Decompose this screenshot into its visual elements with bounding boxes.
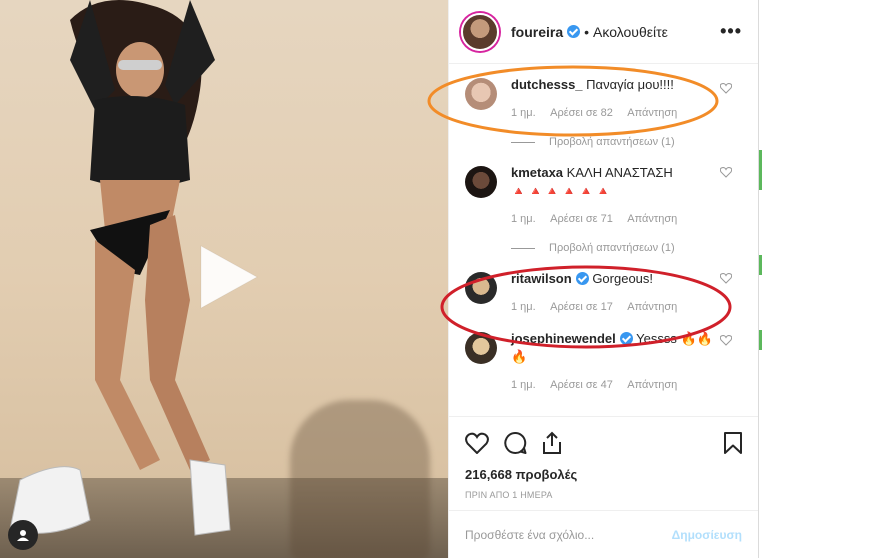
follow-button[interactable]: Ακολουθείτε	[593, 24, 668, 40]
video-media[interactable]	[0, 0, 448, 558]
play-icon[interactable]	[193, 242, 263, 312]
comment-time: 1 ημ.	[511, 379, 536, 391]
comment-time: 1 ημ.	[511, 213, 536, 225]
view-count[interactable]: 216,668 προβολές	[465, 467, 742, 482]
view-replies-label: Προβολή απαντήσεων (1)	[549, 242, 675, 254]
comment-item: kmetaxa ΚΑΛΗ ΑΝΑΣΤΑΣΗ 🔺🔺🔺🔺🔺🔺 1 ημ. Αρέσε…	[465, 148, 742, 228]
comment-item: dutchesss_ Παναγία μου!!!! 1 ημ. Αρέσει …	[465, 64, 742, 122]
post-actions: 216,668 προβολές ΠΡΙΝ ΑΠΟ 1 ΗΜΕΡΑ	[449, 416, 758, 500]
background-page-strip	[759, 0, 880, 558]
comment-meta: 1 ημ. Αρέσει σε 17 Απάντηση	[511, 298, 718, 316]
comment-likes[interactable]: Αρέσει σε 17	[550, 301, 613, 313]
comment-text: Παναγία μου!!!!	[586, 77, 674, 92]
comment-input[interactable]: Προσθέστε ένα σχόλιο...	[465, 528, 672, 542]
save-bookmark-icon[interactable]	[724, 432, 742, 454]
instagram-post-window: foureira • Ακολουθείτε ••• dutchesss_ Πα…	[0, 0, 880, 558]
comment-composer: Προσθέστε ένα σχόλιο... Δημοσίευση	[449, 510, 758, 558]
comment-username[interactable]: kmetaxa	[511, 165, 563, 180]
author-avatar[interactable]	[461, 12, 499, 51]
share-upload-icon[interactable]	[541, 431, 563, 455]
like-heart-icon[interactable]	[465, 432, 489, 454]
comment-reply-button[interactable]: Απάντηση	[627, 379, 677, 391]
comment-reply-button[interactable]: Απάντηση	[627, 213, 677, 225]
commenter-avatar[interactable]	[465, 272, 497, 304]
background-accent	[759, 150, 762, 190]
comment-item: josephinewendel Yessss 🔥🔥🔥 1 ημ. Αρέσει …	[465, 316, 742, 394]
commenter-avatar[interactable]	[465, 78, 497, 110]
like-comment-icon[interactable]	[720, 272, 732, 284]
comment-text: ΚΑΛΗ ΑΝΑΣΤΑΣΗ	[566, 165, 673, 180]
view-replies-link[interactable]: Προβολή απαντήσεων (1)	[511, 136, 742, 148]
comment-reply-button[interactable]: Απάντηση	[627, 107, 677, 119]
replies-divider	[511, 141, 535, 143]
comment-meta: 1 ημ. Αρέσει σε 82 Απάντηση	[511, 104, 718, 122]
verified-badge-icon	[567, 25, 581, 38]
author-username[interactable]: foureira	[511, 24, 563, 40]
comment-meta: 1 ημ. Αρέσει σε 47 Απάντηση	[511, 376, 718, 394]
post-timestamp: ΠΡΙΝ ΑΠΟ 1 ΗΜΕΡΑ	[465, 490, 553, 500]
comment-likes[interactable]: Αρέσει σε 82	[550, 107, 613, 119]
like-comment-icon[interactable]	[720, 82, 732, 94]
comment-likes[interactable]: Αρέσει σε 47	[550, 379, 613, 391]
commenter-avatar[interactable]	[465, 166, 497, 198]
comment-time: 1 ημ.	[511, 107, 536, 119]
action-icons-row	[465, 429, 742, 457]
background-accent	[759, 330, 762, 350]
comment-text: Gorgeous!	[592, 271, 654, 286]
verified-badge-icon	[575, 272, 589, 285]
background-accent	[759, 255, 762, 275]
like-comment-icon[interactable]	[720, 334, 732, 346]
tagged-user-icon[interactable]	[8, 520, 38, 550]
view-replies-link[interactable]: Προβολή απαντήσεων (1)	[511, 242, 742, 254]
comments-list[interactable]: dutchesss_ Παναγία μου!!!! 1 ημ. Αρέσει …	[449, 64, 758, 416]
comment-likes[interactable]: Αρέσει σε 71	[550, 213, 613, 225]
comment-emoji: 🔺🔺🔺🔺🔺🔺	[511, 184, 613, 198]
comment-username[interactable]: josephinewendel	[511, 331, 616, 346]
commenter-avatar[interactable]	[465, 332, 497, 364]
comment-username[interactable]: dutchesss_	[511, 77, 583, 92]
more-options-icon[interactable]: •••	[720, 21, 742, 42]
view-replies-label: Προβολή απαντήσεων (1)	[549, 136, 675, 148]
comment-meta: 1 ημ. Αρέσει σε 71 Απάντηση	[511, 210, 718, 228]
verified-badge-icon	[619, 332, 633, 345]
comment-item: ritawilson Gorgeous! 1 ημ. Αρέσει σε 17 …	[465, 254, 742, 316]
replies-divider	[511, 247, 535, 249]
comment-reply-button[interactable]: Απάντηση	[627, 301, 677, 313]
post-comment-button[interactable]: Δημοσίευση	[672, 528, 742, 542]
comment-time: 1 ημ.	[511, 301, 536, 313]
like-comment-icon[interactable]	[720, 166, 732, 178]
comment-bubble-icon[interactable]	[503, 431, 527, 455]
comment-username[interactable]: ritawilson	[511, 271, 572, 286]
post-details-panel: foureira • Ακολουθείτε ••• dutchesss_ Πα…	[448, 0, 759, 558]
header-separator: •	[584, 23, 590, 40]
post-header: foureira • Ακολουθείτε •••	[449, 0, 758, 64]
